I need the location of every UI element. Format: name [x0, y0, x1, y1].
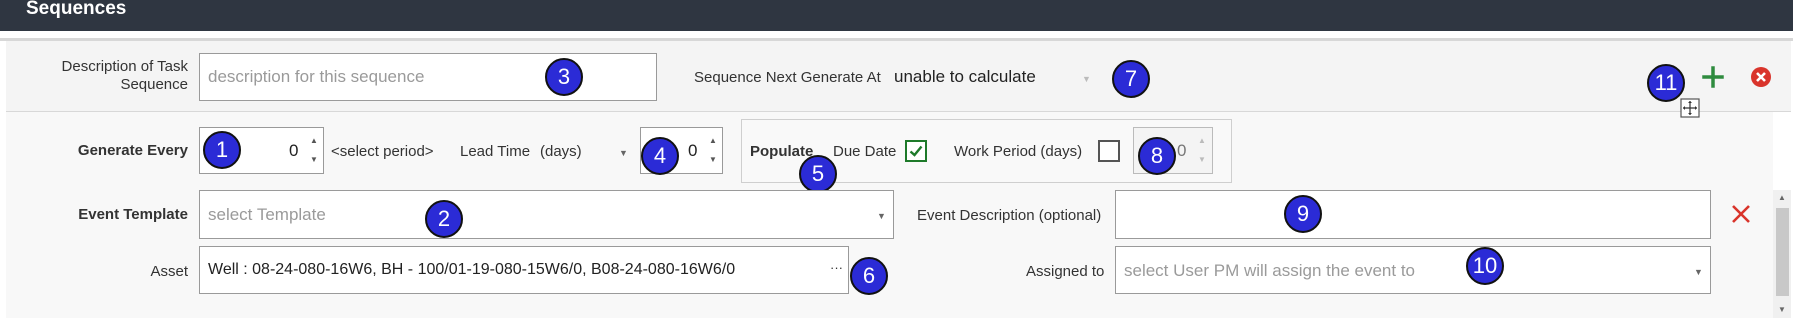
event-template-placeholder: select Template	[208, 205, 326, 224]
task-description-label-line2: Sequence	[120, 76, 188, 93]
next-generate-select[interactable]: unable to calculate ▼	[892, 64, 1096, 92]
due-date-checkbox[interactable]	[905, 140, 927, 162]
task-description-input[interactable]: description for this sequence	[199, 53, 657, 101]
scrollbar-thumb[interactable]	[1776, 208, 1789, 296]
circle-x-icon[interactable]	[1748, 64, 1774, 90]
event-description-input[interactable]	[1115, 190, 1711, 239]
spin-up-icon[interactable]: ▲	[1198, 137, 1206, 145]
asset-label: Asset	[150, 263, 188, 280]
annotation-marker-10: 10	[1466, 247, 1504, 285]
spin-up-icon[interactable]: ▲	[709, 137, 717, 145]
lead-time-value: 0	[688, 141, 698, 160]
task-description-label: Description of Task Sequence	[20, 58, 188, 94]
work-period-label: Work Period (days)	[954, 143, 1083, 160]
next-generate-label: Sequence Next Generate At	[694, 69, 881, 86]
lead-time-label: Lead Time	[460, 143, 531, 160]
annotation-marker-11: 11	[1647, 64, 1685, 102]
spin-down-icon[interactable]: ▼	[310, 156, 318, 164]
next-generate-value: unable to calculate	[894, 67, 1036, 86]
plus-icon[interactable]	[1700, 64, 1726, 90]
asset-value: Well : 08-24-080-16W6, BH - 100/01-19-08…	[208, 261, 736, 278]
annotation-marker-8: 8	[1138, 137, 1176, 175]
spin-down-icon[interactable]: ▼	[709, 156, 717, 164]
spin-down-icon[interactable]: ▼	[1198, 156, 1206, 164]
lead-time-unit-select[interactable]: (days) ▼	[538, 140, 633, 164]
title-bar	[0, 0, 1793, 31]
populate-label: Populate	[750, 143, 814, 160]
assigned-to-label: Assigned to	[1026, 263, 1105, 280]
assigned-to-placeholder: select User PM will assign the event to	[1124, 261, 1416, 280]
annotation-marker-1: 1	[203, 131, 241, 169]
chevron-down-icon: ▼	[1082, 74, 1091, 84]
work-period-checkbox[interactable]	[1098, 140, 1120, 162]
lead-time-unit: (days)	[540, 143, 582, 160]
chevron-down-icon: ▼	[619, 148, 628, 158]
annotation-marker-5: 5	[799, 155, 837, 193]
period-select[interactable]: <select period>	[331, 143, 434, 160]
scroll-up-icon[interactable]: ▲	[1778, 194, 1786, 202]
task-description-label-line1: Description of Task	[61, 58, 188, 75]
annotation-marker-7: 7	[1112, 60, 1150, 98]
ellipsis-icon[interactable]: ···	[830, 260, 843, 275]
generate-every-label: Generate Every	[77, 142, 188, 159]
due-date-label: Due Date	[833, 143, 897, 160]
annotation-marker-9: 9	[1284, 195, 1322, 233]
event-template-label: Event Template	[78, 206, 188, 223]
asset-field[interactable]: Well : 08-24-080-16W6, BH - 100/01-19-08…	[199, 246, 849, 294]
assigned-to-select[interactable]: select User PM will assign the event to …	[1115, 246, 1711, 294]
event-description-label: Event Description (optional)	[917, 207, 1102, 224]
chevron-down-icon: ▼	[877, 211, 886, 221]
spin-up-icon[interactable]: ▲	[310, 137, 318, 145]
checkmark-icon	[909, 145, 923, 157]
generate-every-value: 0	[289, 141, 299, 160]
work-period-value: 0	[1177, 141, 1187, 160]
scroll-down-icon[interactable]: ▼	[1778, 306, 1786, 314]
annotation-marker-4: 4	[641, 137, 679, 175]
move-icon[interactable]	[1680, 98, 1700, 118]
x-icon[interactable]	[1730, 203, 1752, 225]
annotation-marker-6: 6	[850, 257, 888, 295]
annotation-marker-3: 3	[545, 58, 583, 96]
chevron-down-icon: ▼	[1694, 267, 1703, 277]
task-description-placeholder: description for this sequence	[208, 67, 425, 86]
page-title: Sequences	[26, 0, 127, 19]
event-template-select[interactable]: select Template ▼	[199, 190, 894, 239]
annotation-marker-2: 2	[425, 200, 463, 238]
